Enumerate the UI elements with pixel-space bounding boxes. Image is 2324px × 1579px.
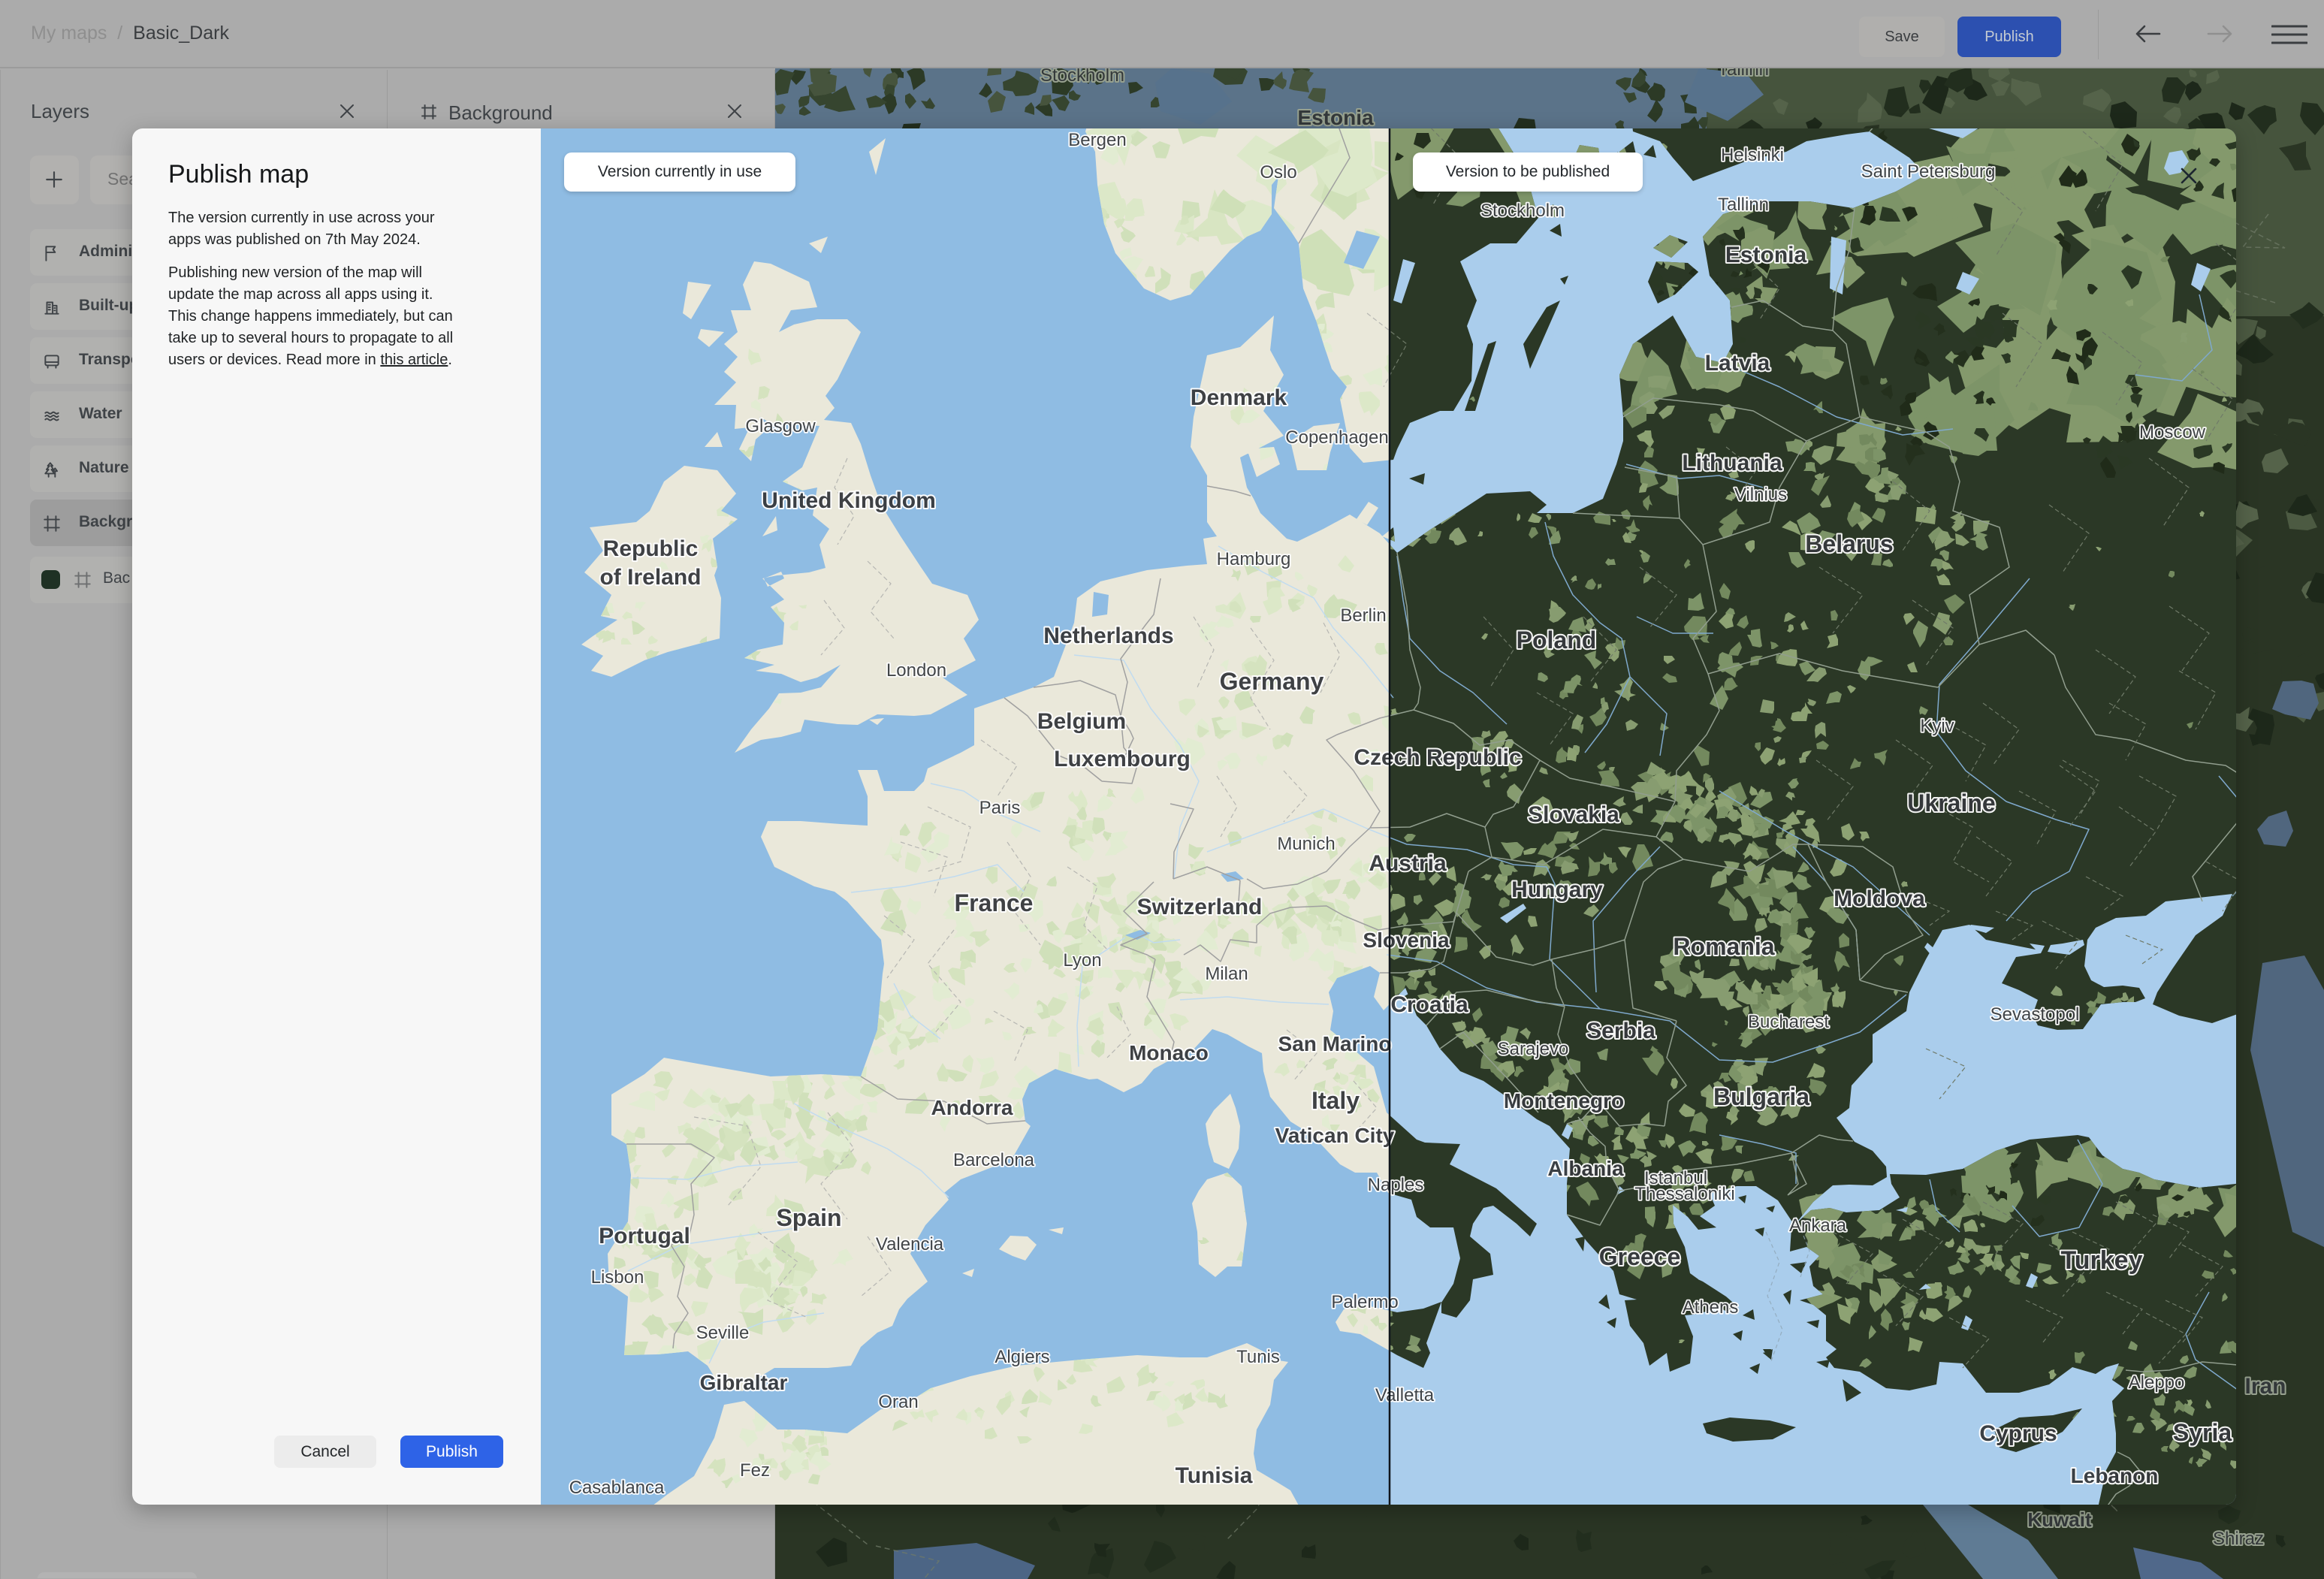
svg-text:Stockholm: Stockholm [1040, 65, 1124, 86]
svg-text:Glasgow: Glasgow [745, 416, 816, 436]
svg-text:Croatia: Croatia [1390, 992, 1468, 1017]
svg-text:Andorra: Andorra [931, 1096, 1013, 1119]
svg-text:Slovenia: Slovenia [1363, 928, 1450, 952]
svg-text:Munich: Munich [1277, 834, 1335, 854]
svg-text:Hungary: Hungary [1511, 877, 1603, 902]
svg-text:Netherlands: Netherlands [1043, 623, 1173, 648]
svg-text:Syria: Syria [2173, 1419, 2232, 1446]
svg-text:San Marino: San Marino [1278, 1032, 1392, 1055]
svg-text:Monaco: Monaco [1129, 1041, 1209, 1064]
svg-text:Sarajevo: Sarajevo [1498, 1039, 1569, 1059]
svg-text:Luxembourg: Luxembourg [1054, 747, 1191, 771]
svg-text:Ankara: Ankara [1789, 1215, 1847, 1236]
svg-text:Lithuania: Lithuania [1682, 451, 1782, 476]
svg-text:Italy: Italy [1311, 1087, 1360, 1114]
svg-text:Sevastopol: Sevastopol [1990, 1004, 2080, 1025]
svg-text:Valencia: Valencia [876, 1234, 944, 1254]
svg-text:Germany: Germany [1220, 668, 1324, 695]
svg-text:Belgium: Belgium [1037, 709, 1126, 734]
svg-text:Gibraltar: Gibraltar [700, 1371, 788, 1394]
svg-text:Estonia: Estonia [1725, 243, 1807, 267]
svg-text:Poland: Poland [1517, 626, 1597, 654]
svg-text:Montenegro: Montenegro [1504, 1089, 1624, 1113]
svg-text:Serbia: Serbia [1586, 1019, 1655, 1043]
svg-text:Iran: Iran [2244, 1374, 2286, 1399]
svg-text:Kuwait: Kuwait [2027, 1508, 2092, 1531]
svg-text:Tunis: Tunis [1236, 1347, 1280, 1367]
svg-text:Bergen: Bergen [1068, 130, 1126, 150]
svg-text:Tallinn: Tallinn [1718, 195, 1769, 215]
svg-text:Aleppo: Aleppo [2129, 1372, 2185, 1393]
svg-text:Ukraine: Ukraine [1907, 790, 1995, 817]
svg-text:Vatican City: Vatican City [1275, 1124, 1395, 1147]
svg-text:Copenhagen: Copenhagen [1285, 427, 1388, 448]
svg-text:Oran: Oran [878, 1392, 918, 1412]
svg-text:Kyiv: Kyiv [1920, 716, 1954, 736]
svg-text:Algiers: Algiers [994, 1347, 1049, 1367]
svg-text:Tunisia: Tunisia [1176, 1463, 1253, 1488]
svg-text:United Kingdom: United Kingdom [762, 488, 936, 513]
svg-text:Lisbon: Lisbon [591, 1267, 644, 1288]
svg-text:Thessaloniki: Thessaloniki [1634, 1184, 1734, 1204]
svg-text:Hamburg: Hamburg [1217, 549, 1291, 569]
svg-text:Romania: Romania [1673, 933, 1774, 960]
svg-text:Seville: Seville [696, 1323, 750, 1343]
svg-text:Cyprus: Cyprus [1979, 1421, 2057, 1446]
svg-text:Berlin: Berlin [1340, 605, 1386, 626]
svg-text:Switzerland: Switzerland [1137, 895, 1263, 919]
svg-text:Belarus: Belarus [1805, 530, 1893, 557]
svg-text:Stockholm: Stockholm [1480, 201, 1565, 221]
svg-text:Moldova: Moldova [1834, 886, 1925, 911]
svg-text:Milan: Milan [1205, 964, 1248, 984]
svg-text:Austria: Austria [1369, 851, 1447, 876]
svg-text:Vilnius: Vilnius [1734, 485, 1787, 505]
svg-text:Bulgaria: Bulgaria [1713, 1083, 1809, 1110]
svg-text:Denmark: Denmark [1191, 385, 1287, 410]
svg-text:Saint Petersburg: Saint Petersburg [1861, 162, 1996, 182]
svg-text:London: London [886, 660, 946, 681]
svg-text:Shiraz: Shiraz [2213, 1529, 2264, 1549]
svg-text:Bucharest: Bucharest [1748, 1012, 1829, 1032]
svg-text:Moscow: Moscow [2139, 422, 2206, 442]
svg-text:Turkey: Turkey [2061, 1246, 2143, 1275]
svg-text:Republic: Republic [603, 536, 699, 561]
svg-text:Athens: Athens [1683, 1297, 1739, 1318]
svg-text:Albania: Albania [1547, 1157, 1624, 1180]
svg-text:Naples: Naples [1368, 1175, 1424, 1195]
svg-text:Casablanca: Casablanca [569, 1478, 665, 1498]
svg-text:Lyon: Lyon [1063, 950, 1101, 971]
svg-text:France: France [955, 889, 1034, 916]
svg-text:Fez: Fez [740, 1460, 770, 1481]
svg-text:Spain: Spain [776, 1204, 841, 1231]
svg-text:Oslo: Oslo [1260, 162, 1296, 183]
svg-text:Barcelona: Barcelona [953, 1150, 1035, 1170]
svg-text:Palermo: Palermo [1331, 1292, 1398, 1312]
svg-text:Latvia: Latvia [1705, 351, 1770, 376]
svg-text:Helsinki: Helsinki [1721, 145, 1784, 165]
svg-text:Czech Republic: Czech Republic [1354, 745, 1521, 770]
svg-text:Greece: Greece [1599, 1243, 1681, 1270]
svg-text:Lebanon: Lebanon [2071, 1464, 2159, 1487]
svg-text:Portugal: Portugal [599, 1224, 690, 1248]
svg-text:Estonia: Estonia [1297, 106, 1374, 129]
svg-text:of Ireland: of Ireland [599, 565, 701, 590]
svg-text:Slovakia: Slovakia [1528, 802, 1619, 827]
svg-text:Valletta: Valletta [1375, 1385, 1435, 1405]
svg-text:Paris: Paris [979, 798, 1021, 818]
